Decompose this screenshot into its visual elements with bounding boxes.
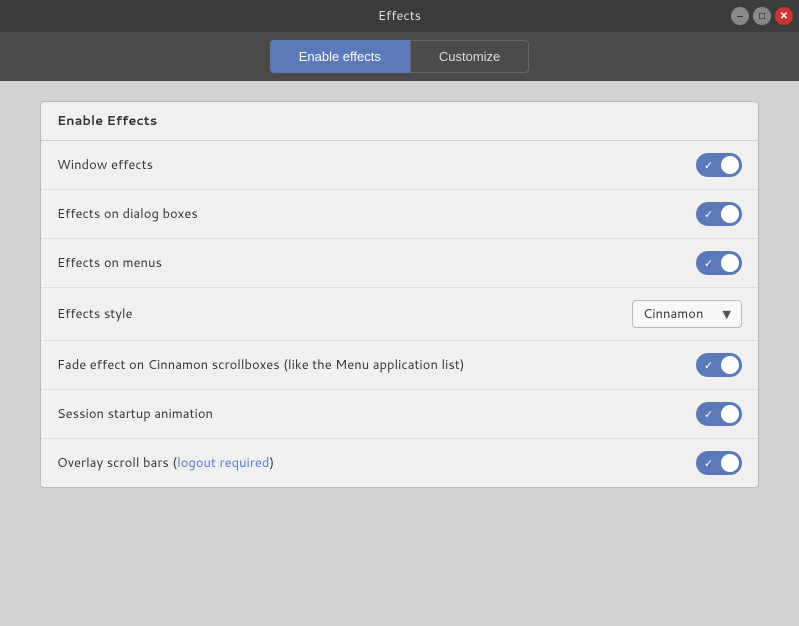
effects-menus-label: Effects on menus — [57, 254, 162, 272]
overlay-scrollbars-row: Overlay scroll bars (logout required) ✓ — [41, 439, 758, 487]
logout-link[interactable]: logout required — [177, 454, 269, 472]
overlay-scrollbars-label: Overlay scroll bars (logout required) — [57, 454, 274, 472]
maximize-button[interactable]: □ — [753, 7, 771, 25]
title-bar: Effects – □ ✕ — [0, 0, 799, 32]
session-startup-toggle[interactable]: ✓ — [696, 402, 742, 426]
window-title: Effects — [378, 7, 421, 25]
effects-style-dropdown[interactable]: Cinnamon ▼ — [632, 300, 742, 328]
tab-enable-effects[interactable]: Enable effects — [270, 40, 410, 73]
session-startup-row: Session startup animation ✓ — [41, 390, 758, 439]
chevron-down-icon: ▼ — [723, 306, 731, 322]
effects-menus-toggle[interactable]: ✓ — [696, 251, 742, 275]
enable-effects-card: Enable Effects Window effects ✓ Effects … — [40, 101, 759, 488]
window-effects-label: Window effects — [57, 156, 153, 174]
window-effects-toggle[interactable]: ✓ — [696, 153, 742, 177]
fade-effect-row: Fade effect on Cinnamon scrollboxes (lik… — [41, 341, 758, 390]
toolbar: Enable effects Customize — [0, 32, 799, 81]
effects-dialog-toggle[interactable]: ✓ — [696, 202, 742, 226]
session-startup-label: Session startup animation — [57, 405, 213, 423]
main-content: Enable Effects Window effects ✓ Effects … — [0, 81, 799, 508]
card-header: Enable Effects — [41, 102, 758, 141]
effects-style-label: Effects style — [57, 305, 133, 323]
effects-dialog-label: Effects on dialog boxes — [57, 205, 198, 223]
close-button[interactable]: ✕ — [775, 7, 793, 25]
fade-effect-toggle[interactable]: ✓ — [696, 353, 742, 377]
effects-dialog-row: Effects on dialog boxes ✓ — [41, 190, 758, 239]
effects-style-value: Cinnamon — [643, 305, 703, 323]
window-effects-row: Window effects ✓ — [41, 141, 758, 190]
minimize-button[interactable]: – — [731, 7, 749, 25]
fade-effect-label: Fade effect on Cinnamon scrollboxes (lik… — [57, 356, 464, 374]
tab-customize[interactable]: Customize — [410, 40, 529, 73]
overlay-scrollbars-toggle[interactable]: ✓ — [696, 451, 742, 475]
effects-menus-row: Effects on menus ✓ — [41, 239, 758, 288]
window-controls: – □ ✕ — [731, 7, 793, 25]
effects-style-row: Effects style Cinnamon ▼ — [41, 288, 758, 341]
